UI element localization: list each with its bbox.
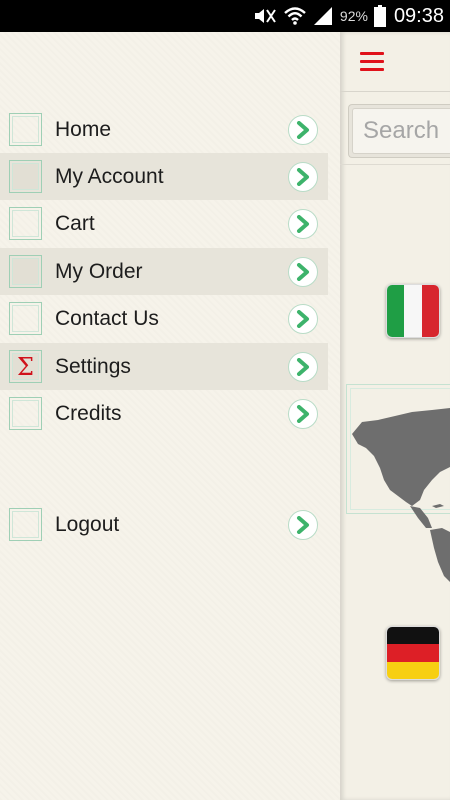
italy-flag[interactable] xyxy=(386,284,440,338)
menu-item-label: My Order xyxy=(55,259,143,283)
menu-item-label: Settings xyxy=(55,354,131,378)
hamburger-menu-icon[interactable] xyxy=(360,52,384,72)
battery-icon xyxy=(373,5,386,27)
search-bar xyxy=(348,104,450,158)
menu-item-label: Credits xyxy=(55,401,122,425)
menu-item-label: Contact Us xyxy=(55,306,159,330)
account-icon xyxy=(9,160,42,193)
menu-item-my-order[interactable]: My Order xyxy=(0,248,328,295)
menu-item-contact-us[interactable]: Contact Us xyxy=(0,295,328,342)
clock: 09:38 xyxy=(393,4,444,27)
mute-icon xyxy=(252,6,278,26)
chevron-right-icon[interactable] xyxy=(288,398,318,429)
menu-item-label: My Account xyxy=(55,164,164,188)
menu-item-home[interactable]: Home xyxy=(0,106,328,153)
menu-item-settings[interactable]: Σ Settings xyxy=(0,343,328,390)
wifi-icon xyxy=(284,6,306,26)
menu-item-credits[interactable]: Credits xyxy=(0,390,328,437)
logout-icon xyxy=(9,508,42,541)
chevron-right-icon[interactable] xyxy=(288,351,318,382)
chevron-right-icon[interactable] xyxy=(288,114,318,145)
cart-icon xyxy=(9,207,42,240)
menu-item-label: Home xyxy=(55,117,112,141)
menu-item-my-account[interactable]: My Account xyxy=(0,153,328,200)
menu-item-label: Logout xyxy=(55,512,120,536)
world-map-image xyxy=(352,408,450,582)
app-toolbar xyxy=(340,32,450,92)
home-icon xyxy=(9,113,42,146)
sigma-icon: Σ xyxy=(9,350,42,383)
chevron-right-icon[interactable] xyxy=(288,509,318,540)
chevron-right-icon[interactable] xyxy=(288,256,318,287)
credits-icon xyxy=(9,397,42,430)
chevron-right-icon[interactable] xyxy=(288,303,318,334)
menu-item-cart[interactable]: Cart xyxy=(0,200,328,247)
menu-item-label: Cart xyxy=(55,211,95,235)
battery-percent: 92% xyxy=(339,8,368,24)
order-icon xyxy=(9,255,42,288)
menu-item-logout[interactable]: Logout xyxy=(0,501,328,548)
main-content xyxy=(340,32,450,800)
navigation-drawer: Home My Account Cart My Order Contact Us xyxy=(0,32,340,800)
germany-flag[interactable] xyxy=(386,626,440,680)
contact-icon xyxy=(9,302,42,335)
signal-icon xyxy=(312,6,334,26)
chevron-right-icon[interactable] xyxy=(288,161,318,192)
search-input[interactable] xyxy=(352,108,450,154)
divider xyxy=(340,164,450,165)
chevron-right-icon[interactable] xyxy=(288,208,318,239)
status-bar: 92% 09:38 xyxy=(0,0,450,32)
